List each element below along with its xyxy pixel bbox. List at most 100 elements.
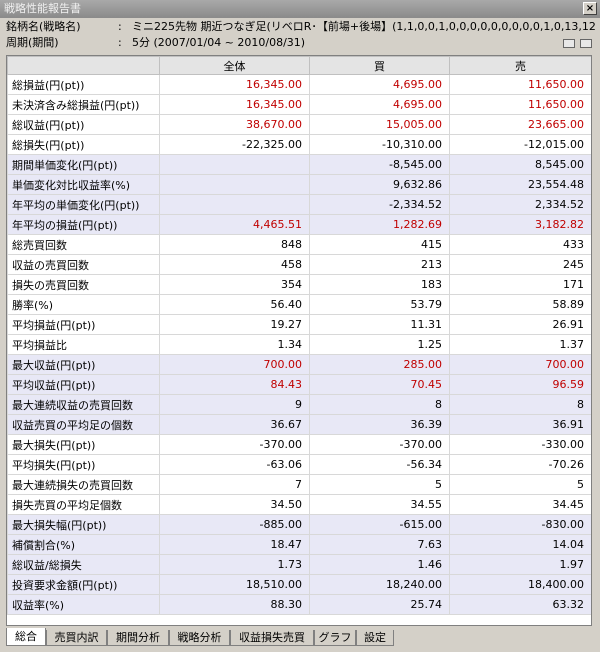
value-total: 19.27 [159, 314, 310, 335]
value-sell: 8 [449, 394, 591, 415]
report-table: 全体 買 売 総損益(円(pt)) 16,345.00 4,695.00 11,650… [7, 56, 591, 615]
close-button[interactable]: × [583, 2, 597, 15]
value-total [159, 194, 310, 215]
value-total: 458 [159, 254, 310, 275]
value-total: -370.00 [159, 434, 310, 455]
metric-label: 単価変化対比収益率(%) [7, 174, 160, 195]
window-titlebar: 戦略性能報告書 × [0, 0, 600, 18]
metric-label: 総売買回数 [7, 234, 160, 255]
value-sell: 11,650.00 [449, 74, 591, 95]
value-sell: 8,545.00 [449, 154, 591, 175]
value-buy: 8 [309, 394, 450, 415]
table-row: 損失の売買回数 354 183 171 [7, 274, 591, 295]
value-sell: 3,182.82 [449, 214, 591, 235]
value-buy: 15,005.00 [309, 114, 450, 135]
value-buy: 11.31 [309, 314, 450, 335]
value-sell: 5 [449, 474, 591, 495]
value-sell: 11,650.00 [449, 94, 591, 115]
value-total: 9 [159, 394, 310, 415]
metric-label: 平均収益(円(pt)) [7, 374, 160, 395]
period-colon: : [118, 36, 122, 49]
value-total [159, 154, 310, 175]
metric-label: 年平均の損益(円(pt)) [7, 214, 160, 235]
value-buy: 4,695.00 [309, 74, 450, 95]
table-row: 未決済含み総損益(円(pt)) 16,345.00 4,695.00 11,650.0… [7, 94, 591, 115]
table-row: 単価変化対比収益率(%) 9,632.86 23,554.48 [7, 174, 591, 195]
value-total: 700.00 [159, 354, 310, 375]
value-total: 38,670.00 [159, 114, 310, 135]
value-buy: 36.39 [309, 414, 450, 435]
value-total: 1.34 [159, 334, 310, 355]
value-buy: 7.63 [309, 534, 450, 555]
value-buy: 415 [309, 234, 450, 255]
table-row: 総収益/総損失 1.73 1.46 1.97 [7, 554, 591, 575]
table-row: 総売買回数 848 415 433 [7, 234, 591, 255]
metric-label: 収益売買の平均足の個数 [7, 414, 160, 435]
table-row: 総収益(円(pt)) 38,670.00 15,005.00 23,665.00 [7, 114, 591, 135]
tab-6[interactable]: 設定 [356, 630, 394, 646]
tab-bar: 総合 売買内訳 期間分析 戦略分析 収益損失売買 グラフ 設定 [6, 628, 592, 648]
table-row: 年平均の単価変化(円(pt)) -2,334.52 2,334.52 [7, 194, 591, 215]
value-sell: 63.32 [449, 594, 591, 615]
table-header-row: 全体 買 売 [7, 56, 591, 75]
value-buy: 1.25 [309, 334, 450, 355]
strategy-colon: : [118, 20, 122, 33]
tab-5[interactable]: グラフ [314, 630, 356, 646]
tab-2[interactable]: 期間分析 [107, 630, 169, 646]
value-buy: 285.00 [309, 354, 450, 375]
table-row: 勝率(%) 56.40 53.79 58.89 [7, 294, 591, 315]
value-total: 1.73 [159, 554, 310, 575]
table-row: 収益率(%) 88.30 25.74 63.32 [7, 594, 591, 615]
metric-label: 収益の売買回数 [7, 254, 160, 275]
metric-label: 最大連続収益の売買回数 [7, 394, 160, 415]
value-buy: -2,334.52 [309, 194, 450, 215]
value-sell: 58.89 [449, 294, 591, 315]
value-buy: 1.46 [309, 554, 450, 575]
table-row: 収益売買の平均足の個数 36.67 36.39 36.91 [7, 414, 591, 435]
tab-1[interactable]: 売買内訳 [46, 630, 107, 646]
value-sell: 36.91 [449, 414, 591, 435]
value-buy: 18,240.00 [309, 574, 450, 595]
value-sell: 14.04 [449, 534, 591, 555]
window-title: 戦略性能報告書 [4, 2, 81, 15]
metric-label: 最大収益(円(pt)) [7, 354, 160, 375]
value-total: 354 [159, 274, 310, 295]
metric-label: 収益率(%) [7, 594, 160, 615]
table-row: 総損失(円(pt)) -22,325.00 -10,310.00 -12,015.00 [7, 134, 591, 155]
value-total: 36.67 [159, 414, 310, 435]
tab-3[interactable]: 戦略分析 [169, 630, 230, 646]
tab-4[interactable]: 収益損失売買 [230, 630, 314, 646]
table-row: 総損益(円(pt)) 16,345.00 4,695.00 11,650.00 [7, 74, 591, 95]
value-total: 18,510.00 [159, 574, 310, 595]
metric-label: 投資要求金額(円(pt)) [7, 574, 160, 595]
value-total: -22,325.00 [159, 134, 310, 155]
value-sell: -830.00 [449, 514, 591, 535]
value-buy: 9,632.86 [309, 174, 450, 195]
metric-label: 最大連続損失の売買回数 [7, 474, 160, 495]
tab-0[interactable]: 総合 [6, 628, 46, 646]
value-sell: 96.59 [449, 374, 591, 395]
strategy-value: ミニ225先物 期近つなぎ足(リベロR･【前場+後場】(1,1,0,0,1,0,… [132, 20, 596, 33]
value-sell: 1.37 [449, 334, 591, 355]
value-buy: 53.79 [309, 294, 450, 315]
value-sell: 2,334.52 [449, 194, 591, 215]
table-row: 期間単価変化(円(pt)) -8,545.00 8,545.00 [7, 154, 591, 175]
table-row: 平均損益比 1.34 1.25 1.37 [7, 334, 591, 355]
value-total: 16,345.00 [159, 74, 310, 95]
metric-label: 平均損失(円(pt)) [7, 454, 160, 475]
report-table-container[interactable]: 全体 買 売 総損益(円(pt)) 16,345.00 4,695.00 11,650… [6, 55, 592, 626]
minimize-pane-icon[interactable] [562, 39, 575, 48]
table-row: 最大連続損失の売買回数 7 5 5 [7, 474, 591, 495]
table-row: 平均損益(円(pt)) 19.27 11.31 26.91 [7, 314, 591, 335]
metric-label: 平均損益比 [7, 334, 160, 355]
value-buy: -8,545.00 [309, 154, 450, 175]
value-buy: 34.55 [309, 494, 450, 515]
metric-label: 平均損益(円(pt)) [7, 314, 160, 335]
table-row: 年平均の損益(円(pt)) 4,465.51 1,282.69 3,182.82 [7, 214, 591, 235]
column-header-label [7, 56, 160, 75]
value-buy: 183 [309, 274, 450, 295]
metric-label: 補償割合(%) [7, 534, 160, 555]
value-buy: 1,282.69 [309, 214, 450, 235]
restore-pane-icon[interactable] [580, 39, 592, 48]
table-row: 投資要求金額(円(pt)) 18,510.00 18,240.00 18,400.00 [7, 574, 591, 595]
